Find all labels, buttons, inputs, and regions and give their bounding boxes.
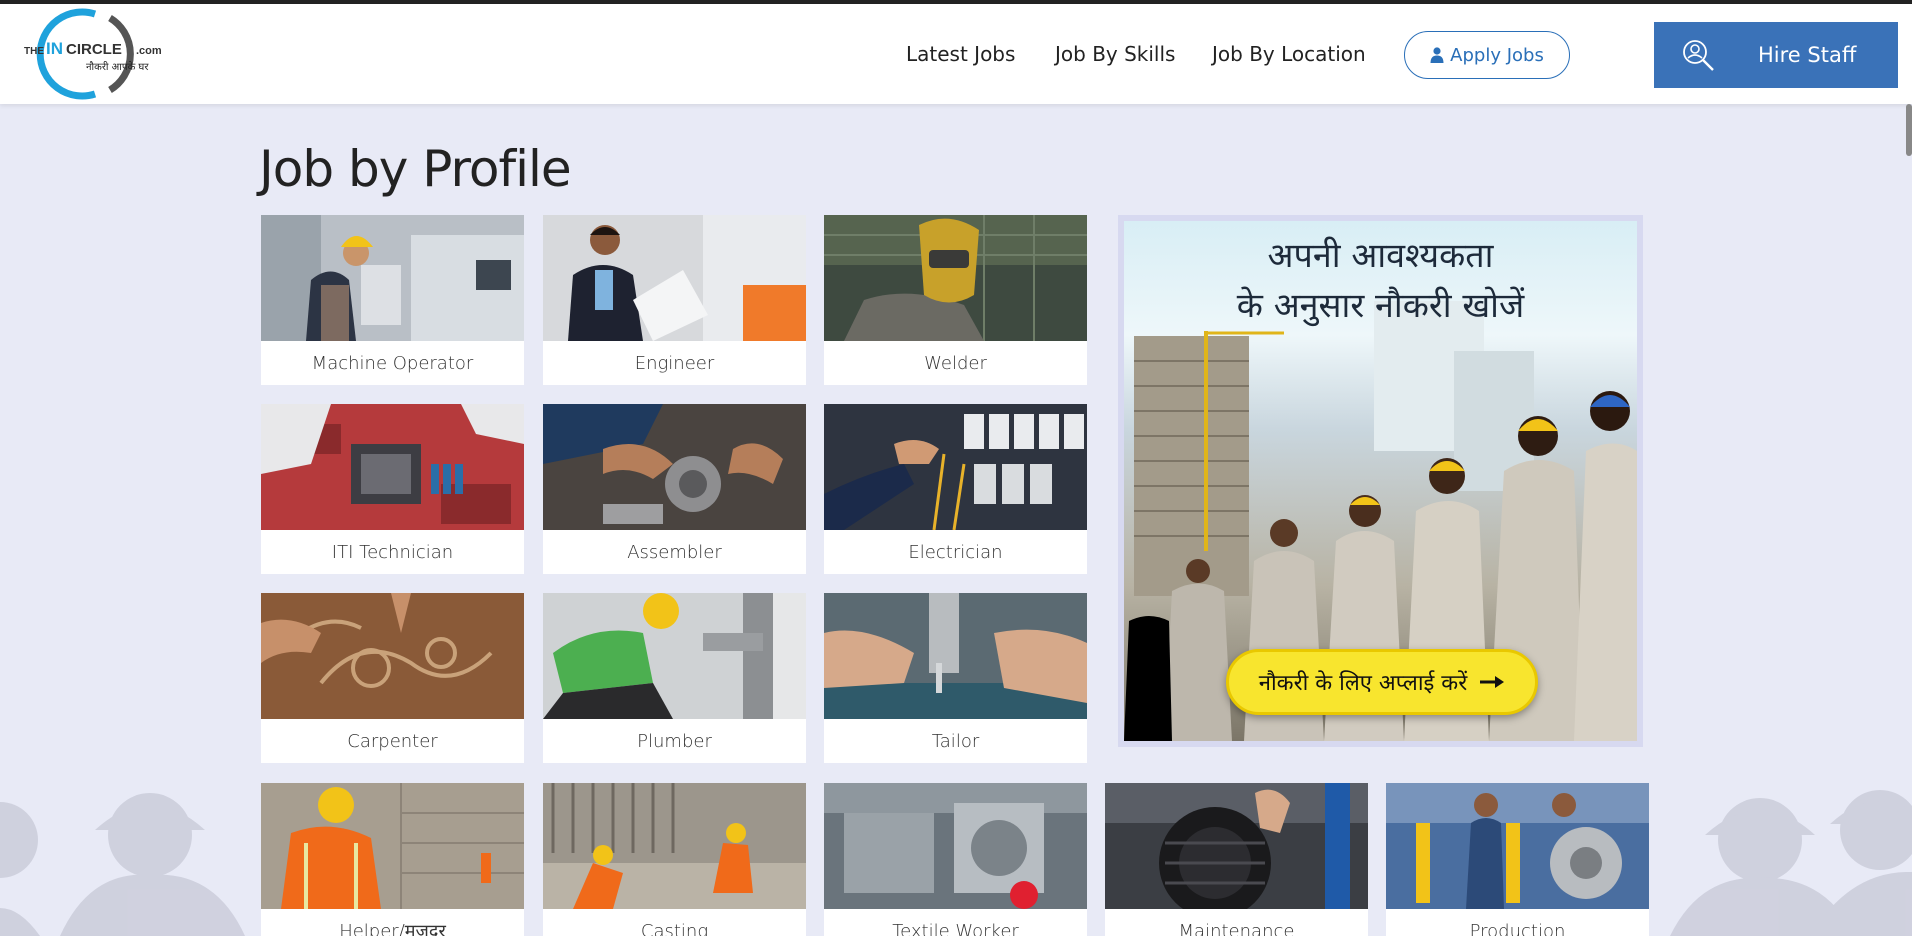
casting-image <box>543 783 806 909</box>
profile-card-iti-technician[interactable]: ITI Technician <box>261 404 524 574</box>
profile-label: Casting <box>640 920 709 936</box>
banner-content: अपनी आवश्यकता के अनुसार नौकरी खोजें नौकर… <box>1124 221 1637 741</box>
profile-card-tailor[interactable]: Tailor <box>824 593 1087 763</box>
apply-for-job-label: नौकरी के लिए अप्लाई करें <box>1258 671 1468 696</box>
arrow-right-icon <box>1480 676 1505 688</box>
hire-staff-button[interactable]: Hire Staff <box>1654 22 1898 88</box>
profile-card-engineer[interactable]: Engineer <box>543 215 806 385</box>
profile-card-helper[interactable]: Helper/मजदूर <box>261 783 524 936</box>
profile-card-assembler[interactable]: Assembler <box>543 404 806 574</box>
profile-label: Engineer <box>634 352 715 374</box>
iti-technician-image <box>261 404 524 530</box>
profile-card-textile-worker[interactable]: Textile Worker <box>824 783 1087 936</box>
banner-title-line2: के अनुसार नौकरी खोजें <box>1236 286 1525 326</box>
engineer-image <box>543 215 806 341</box>
helper-image <box>261 783 524 909</box>
banner-title: अपनी आवश्यकता के अनुसार नौकरी खोजें <box>1124 231 1637 331</box>
maintenance-image <box>1105 783 1368 909</box>
profile-label: Textile Worker <box>892 920 1019 936</box>
logo-tagline: नौकरी आपके घर <box>86 61 149 73</box>
logo-rest: CIRCLE <box>66 41 122 58</box>
electrician-image <box>824 404 1087 530</box>
site-header: THE IN CIRCLE .com नौकरी आपके घर Latest … <box>0 4 1912 104</box>
profile-label: Carpenter <box>347 730 438 752</box>
profile-card-machine-operator[interactable]: Machine Operator <box>261 215 524 385</box>
nav-latest-jobs[interactable]: Latest Jobs <box>906 42 1015 66</box>
job-search-banner[interactable]: अपनी आवश्यकता के अनुसार नौकरी खोजें नौकर… <box>1118 215 1643 747</box>
page-scrollbar[interactable] <box>1906 104 1912 156</box>
apply-jobs-label: Apply Jobs <box>1450 44 1544 66</box>
welder-image <box>824 215 1087 341</box>
profile-card-plumber[interactable]: Plumber <box>543 593 806 763</box>
plumber-image <box>543 593 806 719</box>
profile-label: Helper/मजदूर <box>339 921 446 936</box>
hire-staff-label: Hire Staff <box>1758 43 1857 67</box>
profile-card-electrician[interactable]: Electrician <box>824 404 1087 574</box>
profile-card-casting[interactable]: Casting <box>543 783 806 936</box>
banner-title-line1: अपनी आवश्यकता <box>1267 236 1494 276</box>
profile-label: Maintenance <box>1178 920 1295 936</box>
profile-card-welder[interactable]: Welder <box>824 215 1087 385</box>
logo-in: IN <box>46 39 63 58</box>
profile-label: Electrician <box>908 541 1003 563</box>
profile-label: ITI Technician <box>331 541 454 563</box>
profile-card-maintenance[interactable]: Maintenance <box>1105 783 1368 936</box>
profile-label: Welder <box>924 352 987 374</box>
profile-card-carpenter[interactable]: Carpenter <box>261 593 524 763</box>
site-logo[interactable]: THE IN CIRCLE .com नौकरी आपके घर <box>10 8 180 100</box>
nav-job-by-location[interactable]: Job By Location <box>1212 42 1366 66</box>
carpenter-image <box>261 593 524 719</box>
user-search-icon <box>1683 40 1714 71</box>
profile-label: Plumber <box>637 730 712 752</box>
profile-label: Assembler <box>627 541 722 563</box>
profile-label: Tailor <box>931 730 980 752</box>
profile-label: Machine Operator <box>311 352 474 374</box>
apply-jobs-button[interactable]: Apply Jobs <box>1404 31 1570 79</box>
nav-job-by-skills[interactable]: Job By Skills <box>1055 42 1175 66</box>
textile-worker-image <box>824 783 1087 909</box>
user-icon <box>1430 47 1444 63</box>
logo-circle-icon: THE IN CIRCLE .com नौकरी आपके घर <box>24 8 162 100</box>
profile-label: Production <box>1469 920 1566 936</box>
production-image <box>1386 783 1649 909</box>
assembler-image <box>543 404 806 530</box>
machine-operator-image <box>261 215 524 341</box>
page-title: Job by Profile <box>259 140 572 198</box>
apply-for-job-button[interactable]: नौकरी के लिए अप्लाई करें <box>1226 649 1538 715</box>
logo-prefix: THE <box>24 46 44 57</box>
tailor-image <box>824 593 1087 719</box>
logo-tld: .com <box>136 45 162 57</box>
profile-card-production[interactable]: Production <box>1386 783 1649 936</box>
